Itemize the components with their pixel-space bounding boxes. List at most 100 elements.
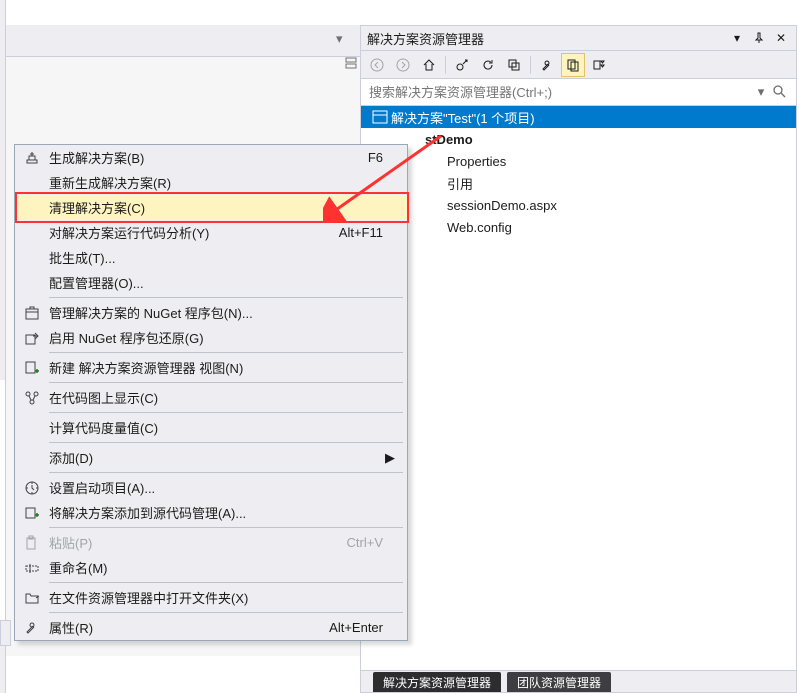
submenu-arrow-icon: ▶ xyxy=(383,450,397,466)
menu-item-label: 重新生成解决方案(R) xyxy=(49,173,383,192)
solution-tree[interactable]: 解决方案"Test"(1 个项目) stDemo Properties 引用 s… xyxy=(361,106,796,670)
tab-solution-explorer[interactable]: 解决方案资源管理器 xyxy=(373,672,501,692)
menu-item[interactable]: 对解决方案运行代码分析(Y)Alt+F11 xyxy=(15,220,407,245)
nav-back-button[interactable] xyxy=(365,53,389,77)
menu-item-label: 设置启动项目(A)... xyxy=(49,478,383,497)
solution-explorer-panel: 解决方案资源管理器 ▾ ✕ ▾ 解决方 xyxy=(360,25,797,693)
tree-item-aspx[interactable]: sessionDemo.aspx xyxy=(361,194,796,216)
menu-item-label: 生成解决方案(B) xyxy=(49,148,368,167)
properties-button[interactable] xyxy=(535,53,559,77)
menu-item-label: 管理解决方案的 NuGet 程序包(N)... xyxy=(49,303,383,322)
menu-separator xyxy=(49,472,403,473)
tab-dropdown-icon[interactable]: ▾ xyxy=(336,31,356,51)
menu-item-label: 启用 NuGet 程序包还原(G) xyxy=(49,328,383,347)
editor-tabstrip: ▾ xyxy=(6,25,360,56)
tree-project-node[interactable]: stDemo xyxy=(361,128,796,150)
rename-icon xyxy=(15,560,49,576)
home-button[interactable] xyxy=(417,53,441,77)
tree-solution-node[interactable]: 解决方案"Test"(1 个项目) xyxy=(361,106,796,128)
panel-bottom-tabs: 解决方案资源管理器 团队资源管理器 xyxy=(361,670,796,692)
menu-item[interactable]: 管理解决方案的 NuGet 程序包(N)... xyxy=(15,300,407,325)
preview-button[interactable] xyxy=(587,53,611,77)
panel-menu-button[interactable]: ▾ xyxy=(728,29,746,47)
menu-item[interactable]: 启用 NuGet 程序包还原(G) xyxy=(15,325,407,350)
dock-stub xyxy=(0,620,11,646)
nav-forward-button[interactable] xyxy=(391,53,415,77)
menu-item[interactable]: 新建 解决方案资源管理器 视图(N) xyxy=(15,355,407,380)
menu-separator xyxy=(49,352,403,353)
panel-title: 解决方案资源管理器 xyxy=(367,29,722,48)
menu-item-shortcut: Ctrl+V xyxy=(347,535,383,550)
search-input[interactable] xyxy=(367,84,754,101)
menu-item-label: 重命名(M) xyxy=(49,558,383,577)
pin-icon[interactable] xyxy=(750,29,768,47)
nuget-restore-icon xyxy=(15,330,49,346)
solution-label: 解决方案"Test"(1 个项目) xyxy=(389,108,535,127)
solution-explorer-titlebar[interactable]: 解决方案资源管理器 ▾ ✕ xyxy=(361,26,796,50)
menu-item-shortcut: F6 xyxy=(368,150,383,165)
menu-separator xyxy=(49,612,403,613)
menu-separator xyxy=(49,382,403,383)
search-dropdown-icon[interactable]: ▾ xyxy=(754,84,768,100)
menu-item-label: 属性(R) xyxy=(49,618,329,637)
menu-item[interactable]: 生成解决方案(B)F6 xyxy=(15,145,407,170)
solution-context-menu: 生成解决方案(B)F6 重新生成解决方案(R) 清理解决方案(C) 对解决方案运行代码… xyxy=(14,144,408,641)
tree-item-label: sessionDemo.aspx xyxy=(445,198,557,213)
open-folder-icon xyxy=(15,590,49,606)
tree-item-webconfig[interactable]: Web.config xyxy=(361,216,796,238)
menu-item-label: 在文件资源管理器中打开文件夹(X) xyxy=(49,588,383,607)
menu-item[interactable]: 属性(R)Alt+Enter xyxy=(15,615,407,640)
menu-item[interactable]: 配置管理器(O)... xyxy=(15,270,407,295)
tree-item-label: Properties xyxy=(445,154,506,169)
search-icon[interactable] xyxy=(768,84,790,101)
menu-item-label: 批生成(T)... xyxy=(49,248,383,267)
refresh-button[interactable] xyxy=(476,53,500,77)
split-handle-icon[interactable] xyxy=(345,57,359,71)
menu-item-label: 添加(D) xyxy=(49,448,383,467)
dock-stub xyxy=(0,380,6,620)
project-label: stDemo xyxy=(423,132,473,147)
menu-item-shortcut: Alt+F11 xyxy=(339,225,383,240)
menu-item[interactable]: 重新生成解决方案(R) xyxy=(15,170,407,195)
menu-item[interactable]: 设置启动项目(A)... xyxy=(15,475,407,500)
solution-icon xyxy=(371,109,389,125)
nuget-icon xyxy=(15,305,49,321)
menu-item[interactable]: 在文件资源管理器中打开文件夹(X) xyxy=(15,585,407,610)
paste-icon xyxy=(15,535,49,551)
scope-button[interactable] xyxy=(450,53,474,77)
menu-item[interactable]: 批生成(T)... xyxy=(15,245,407,270)
menu-separator xyxy=(49,442,403,443)
tree-item-label: Web.config xyxy=(445,220,512,235)
toolbar-separator xyxy=(445,56,446,74)
toolbar-separator xyxy=(530,56,531,74)
close-icon[interactable]: ✕ xyxy=(772,29,790,47)
menu-item-shortcut: Alt+Enter xyxy=(329,620,383,635)
menu-item[interactable]: 计算代码度量值(C) xyxy=(15,415,407,440)
menu-item[interactable]: 清理解决方案(C) xyxy=(15,195,407,220)
tab-team-explorer[interactable]: 团队资源管理器 xyxy=(507,672,611,692)
startup-icon xyxy=(15,480,49,496)
menu-item-label: 清理解决方案(C) xyxy=(49,198,383,217)
tree-item-references[interactable]: 引用 xyxy=(361,172,796,194)
menu-item: 粘贴(P)Ctrl+V xyxy=(15,530,407,555)
menu-item-label: 在代码图上显示(C) xyxy=(49,388,383,407)
menu-item[interactable]: 添加(D)▶ xyxy=(15,445,407,470)
menu-item-label: 将解决方案添加到源代码管理(A)... xyxy=(49,503,383,522)
collapse-all-button[interactable] xyxy=(502,53,526,77)
menu-item-label: 新建 解决方案资源管理器 视图(N) xyxy=(49,358,383,377)
new-view-icon xyxy=(15,360,49,376)
tree-item-label: 引用 xyxy=(445,174,473,193)
tree-item-properties[interactable]: Properties xyxy=(361,150,796,172)
menu-item[interactable]: 重命名(M) xyxy=(15,555,407,580)
menu-item-label: 计算代码度量值(C) xyxy=(49,418,383,437)
menu-item[interactable]: 在代码图上显示(C) xyxy=(15,385,407,410)
menu-item[interactable]: 将解决方案添加到源代码管理(A)... xyxy=(15,500,407,525)
menu-separator xyxy=(49,582,403,583)
menu-item-label: 粘贴(P) xyxy=(49,533,347,552)
solution-explorer-toolbar xyxy=(361,50,796,78)
menu-separator xyxy=(49,297,403,298)
show-all-files-button[interactable] xyxy=(561,53,585,77)
codemap-icon xyxy=(15,390,49,406)
menu-separator xyxy=(49,527,403,528)
menu-item-label: 对解决方案运行代码分析(Y) xyxy=(49,223,339,242)
